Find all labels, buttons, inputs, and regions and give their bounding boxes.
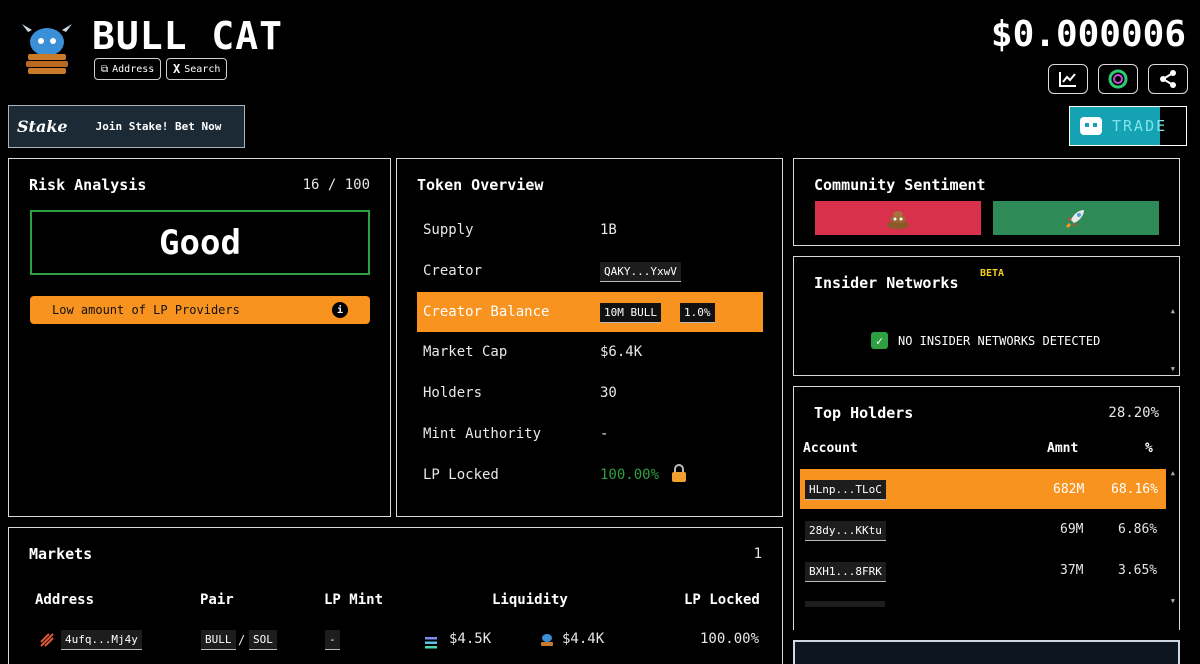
holders-header-pct: % [1145, 441, 1153, 456]
holders-panel: Top Holders 28.20% Account Amnt % HLnp..… [793, 386, 1180, 630]
vote-bearish-button[interactable] [815, 201, 981, 235]
scroll-up-icon[interactable]: ▲ [1171, 307, 1175, 315]
insider-beta-badge: BETA [980, 268, 1005, 279]
sentiment-title: Community Sentiment [814, 176, 986, 194]
token-logo [18, 24, 76, 76]
holders-header-amount: Amnt [1047, 441, 1079, 456]
ring-icon [1108, 69, 1128, 89]
share-icon [1160, 70, 1176, 88]
holders-label: Holders [423, 385, 483, 401]
markets-header-address: Address [35, 592, 95, 608]
market-address[interactable]: 4ufq...Mj4y [61, 630, 142, 650]
creator-balance-value: 10M BULL [600, 303, 661, 323]
rocket-icon [1065, 210, 1084, 229]
holder-account-2[interactable]: 28dy...KKtu [805, 521, 886, 541]
markets-panel: Markets 1 Address Pair LP Mint Liquidity… [8, 527, 783, 664]
insider-status: NO INSIDER NETWORKS DETECTED [898, 334, 1101, 348]
supply-label: Supply [423, 222, 474, 238]
holders-scroll-up-icon[interactable]: ▲ [1171, 469, 1175, 477]
overview-panel: Token Overview Supply 1B Creator QAKY...… [396, 158, 783, 517]
creator-address[interactable]: QAKY...YxwV [600, 262, 681, 282]
holder-amount-2: 69M [1060, 522, 1084, 537]
insider-title: Insider Networks [814, 274, 959, 292]
holder-amount-1: 682M [1053, 482, 1085, 497]
market-pair-b[interactable]: SOL [249, 630, 277, 650]
token-name: BULL CAT [92, 14, 284, 58]
market-cap-label: Market Cap [423, 344, 508, 360]
creator-label: Creator [423, 263, 483, 279]
holders-scroll-down-icon[interactable]: ▼ [1171, 597, 1175, 605]
analytics-button[interactable] [1098, 64, 1138, 94]
chart-button[interactable] [1048, 64, 1088, 94]
address-button[interactable]: ⧉ Address [94, 58, 162, 80]
token-mini-icon [539, 632, 555, 652]
risk-panel: Risk Analysis 16 / 100 Good Low amount o… [8, 158, 391, 517]
markets-header-lp-mint: LP Mint [324, 592, 384, 608]
trade-label: TRADE [1112, 117, 1168, 135]
holder-pct-2: 6.86% [1118, 522, 1158, 537]
markets-count: 1 [753, 546, 762, 562]
risk-warning-text: Low amount of LP Providers [52, 303, 240, 317]
scroll-down-icon[interactable]: ▼ [1171, 365, 1175, 373]
market-liquidity-2: $4.4K [562, 631, 605, 647]
holder-row-clipped [805, 601, 885, 607]
search-button-label: Search [184, 63, 221, 75]
info-icon[interactable]: i [332, 302, 348, 318]
holder-pct-3: 3.65% [1118, 563, 1158, 578]
address-button-label: Address [112, 63, 155, 75]
lock-icon [669, 463, 689, 487]
markets-title: Markets [29, 545, 93, 563]
risk-rating: Good [159, 222, 241, 263]
market-cap-value: $6.4K [600, 344, 643, 360]
robot-icon [1080, 117, 1102, 135]
holders-bottom-cover [794, 608, 1179, 630]
markets-header-liquidity: Liquidity [492, 592, 568, 608]
share-button[interactable] [1148, 64, 1188, 94]
trade-button[interactable]: TRADE [1069, 106, 1187, 146]
markets-header-pair: Pair [200, 592, 234, 608]
holders-header-account: Account [803, 441, 858, 456]
x-icon: X [173, 62, 181, 76]
supply-value: 1B [600, 222, 617, 238]
next-panel [793, 640, 1180, 664]
poop-icon [887, 211, 909, 229]
check-icon: ✓ [871, 332, 888, 349]
market-pair-sep: / [238, 633, 246, 647]
risk-score: 16 / 100 [302, 177, 370, 193]
search-button[interactable]: X Search [166, 58, 228, 80]
holders-value: 30 [600, 385, 617, 401]
token-price: $0.000006 [990, 14, 1186, 55]
holder-account-3[interactable]: BXH1...8FRK [805, 562, 886, 582]
markets-header-lp-locked: LP Locked [684, 592, 760, 608]
solana-icon [424, 634, 438, 653]
lp-locked-label: LP Locked [423, 467, 499, 483]
stake-logo: Stake [17, 117, 68, 136]
market-pair-a[interactable]: BULL [201, 630, 236, 650]
chart-icon [1059, 72, 1076, 87]
sentiment-panel: Community Sentiment [793, 158, 1180, 246]
market-lp-locked: 100.00% [700, 631, 760, 647]
risk-rating-box: Good [30, 210, 370, 275]
overview-title: Token Overview [417, 176, 544, 194]
stake-text: Join Stake! Bet Now [95, 120, 222, 133]
creator-balance-pct: 1.0% [680, 303, 715, 323]
vote-bullish-button[interactable] [993, 201, 1159, 235]
creator-balance-label: Creator Balance [423, 304, 550, 320]
holders-total: 28.20% [1108, 405, 1159, 421]
holder-account-1[interactable]: HLnp...TLoC [805, 480, 886, 500]
market-lp-mint: - [325, 630, 340, 650]
copy-icon: ⧉ [101, 63, 109, 75]
market-liquidity-1: $4.5K [449, 631, 492, 647]
holder-pct-1: 68.16% [1111, 482, 1158, 497]
insider-panel: Insider Networks BETA ✓ NO INSIDER NETWO… [793, 256, 1180, 376]
holders-title: Top Holders [814, 404, 914, 422]
risk-title: Risk Analysis [29, 176, 147, 194]
holder-amount-3: 37M [1060, 563, 1084, 578]
stake-banner[interactable]: Stake Join Stake! Bet Now [8, 105, 245, 148]
risk-warning[interactable]: Low amount of LP Providers i [30, 296, 370, 324]
lp-locked-value: 100.00% [600, 467, 660, 483]
raydium-icon [39, 632, 55, 652]
mint-authority-label: Mint Authority [423, 426, 542, 442]
mint-authority-value: - [600, 426, 609, 442]
